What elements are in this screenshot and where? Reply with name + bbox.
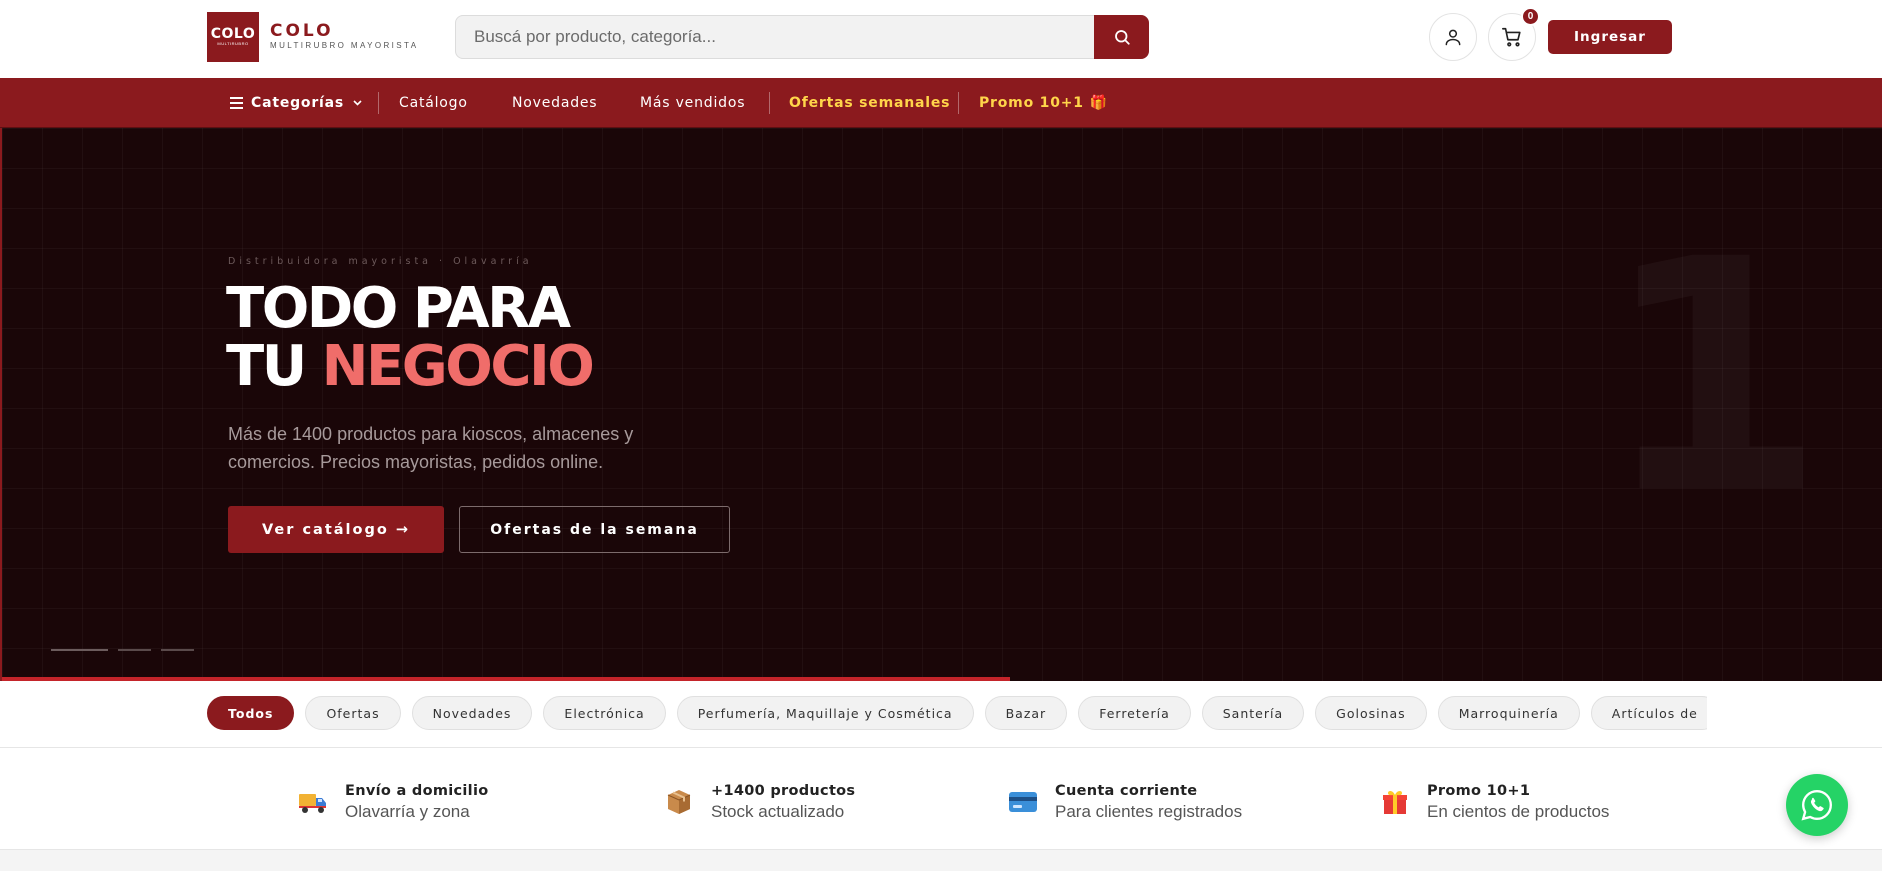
cart-icon bbox=[1502, 27, 1521, 47]
feature-delivery: Envío a domicilio Olavarría y zona bbox=[297, 780, 488, 824]
chip-golosinas[interactable]: Golosinas bbox=[1315, 696, 1427, 730]
brand-name[interactable]: COLO bbox=[270, 22, 334, 40]
hero-kicker: Distribuidora mayorista · Olavarría bbox=[228, 256, 533, 267]
hero-title-accent: NEGOCIO bbox=[321, 334, 595, 399]
feature-text: +1400 productos Stock actualizado bbox=[711, 781, 855, 823]
logo-mark-subtext: MULTIRUBRO bbox=[217, 41, 249, 46]
chip-ferreteria[interactable]: Ferretería bbox=[1078, 696, 1191, 730]
feature-title: +1400 productos bbox=[711, 783, 856, 799]
chip-marroquineria[interactable]: Marroquinería bbox=[1437, 696, 1580, 730]
categories-label: Categorías bbox=[251, 95, 345, 111]
whatsapp-icon bbox=[1801, 790, 1832, 821]
nav-ofertas-semanales[interactable]: Ofertas semanales bbox=[789, 78, 950, 128]
user-icon bbox=[1445, 29, 1461, 46]
site-header: COLO MULTIRUBRO COLO MULTIRUBRO MAYORIST… bbox=[0, 0, 1882, 78]
chip-ofertas[interactable]: Ofertas bbox=[305, 696, 401, 730]
feature-subtitle: Stock actualizado bbox=[711, 802, 845, 821]
slide-indicator-3[interactable] bbox=[161, 649, 194, 651]
package-box-icon bbox=[663, 786, 695, 818]
next-section-edge bbox=[0, 850, 1882, 871]
hero-grid-background bbox=[2, 128, 1882, 681]
nav-novedades[interactable]: Novedades bbox=[512, 78, 597, 128]
hero-title-tu: TU bbox=[226, 334, 307, 399]
feature-text: Promo 10+1 En cientos de productos bbox=[1427, 781, 1609, 823]
search-button[interactable] bbox=[1094, 15, 1149, 59]
search-icon bbox=[1114, 30, 1130, 45]
search-input[interactable] bbox=[474, 16, 1074, 58]
nav-catalogo[interactable]: Catálogo bbox=[399, 78, 468, 128]
brand-tagline: MULTIRUBRO MAYORISTA bbox=[270, 41, 419, 50]
feature-title: Cuenta corriente bbox=[1055, 783, 1198, 799]
feature-text: Envío a domicilio Olavarría y zona bbox=[345, 781, 488, 823]
nav-mas-vendidos[interactable]: Más vendidos bbox=[640, 78, 745, 128]
features-strip: Envío a domicilio Olavarría y zona +1400… bbox=[0, 748, 1882, 850]
cart-count-badge: 0 bbox=[1521, 7, 1540, 26]
account-button[interactable] bbox=[1429, 13, 1477, 61]
logo-mark-text: COLO bbox=[210, 26, 256, 42]
feature-subtitle: En cientos de productos bbox=[1427, 802, 1610, 821]
feature-title: Envío a domicilio bbox=[345, 783, 489, 799]
whatsapp-button[interactable] bbox=[1786, 774, 1848, 836]
feature-credit: Cuenta corriente Para clientes registrad… bbox=[1007, 780, 1242, 824]
hamburger-icon bbox=[230, 97, 243, 109]
slide-indicator-1[interactable] bbox=[51, 649, 108, 651]
category-filter-bar: Todos Ofertas Novedades Electrónica Perf… bbox=[0, 681, 1882, 748]
feature-text: Cuenta corriente Para clientes registrad… bbox=[1055, 781, 1242, 823]
hero-description: Más de 1400 productos para kioscos, alma… bbox=[228, 424, 634, 472]
search-bar bbox=[455, 15, 1149, 59]
view-catalog-button[interactable]: Ver catálogo → bbox=[228, 506, 444, 553]
slide-indicator-2[interactable] bbox=[118, 649, 151, 651]
chip-santeria[interactable]: Santería bbox=[1201, 696, 1305, 730]
chip-novedades[interactable]: Novedades bbox=[411, 696, 533, 730]
hero-title-line-2: TU NEGOCIO bbox=[226, 338, 595, 396]
gift-icon bbox=[1379, 786, 1411, 818]
chip-electronica[interactable]: Electrónica bbox=[543, 696, 666, 730]
hero-title: TODO PARA TU NEGOCIO bbox=[226, 276, 595, 396]
nav-divider bbox=[769, 92, 770, 114]
chip-bazar[interactable]: Bazar bbox=[984, 696, 1068, 730]
hero-banner: 1 Distribuidora mayorista · Olavarría TO… bbox=[0, 128, 1882, 681]
logo[interactable]: COLO MULTIRUBRO bbox=[207, 12, 259, 62]
feature-title: Promo 10+1 bbox=[1427, 783, 1531, 799]
chip-articulos[interactable]: Artículos de bbox=[1590, 696, 1707, 730]
nav-divider bbox=[958, 92, 959, 114]
hero-title-line-1: TODO PARA bbox=[226, 276, 571, 341]
category-chips: Todos Ofertas Novedades Electrónica Perf… bbox=[207, 696, 1707, 732]
login-button[interactable]: Ingresar bbox=[1548, 20, 1672, 54]
chevron-down-icon bbox=[353, 100, 362, 106]
nav-promo[interactable]: Promo 10+1 🎁 bbox=[979, 78, 1108, 128]
chip-todos[interactable]: Todos bbox=[207, 696, 295, 730]
categories-menu[interactable]: Categorías bbox=[230, 78, 362, 128]
weekly-offers-button[interactable]: Ofertas de la semana bbox=[459, 506, 730, 553]
delivery-truck-icon bbox=[297, 786, 329, 818]
main-nav: Categorías Catálogo Novedades Más vendid… bbox=[0, 78, 1882, 128]
feature-promo: Promo 10+1 En cientos de productos bbox=[1379, 780, 1609, 824]
feature-products: +1400 productos Stock actualizado bbox=[663, 780, 855, 824]
feature-subtitle: Para clientes registrados bbox=[1055, 802, 1243, 821]
feature-subtitle: Olavarría y zona bbox=[345, 802, 470, 821]
credit-card-icon bbox=[1007, 786, 1039, 818]
nav-divider bbox=[378, 92, 379, 114]
hero-slide-number: 1 bbox=[1602, 218, 1825, 538]
chip-perfumeria[interactable]: Perfumería, Maquillaje y Cosmética bbox=[676, 696, 974, 730]
